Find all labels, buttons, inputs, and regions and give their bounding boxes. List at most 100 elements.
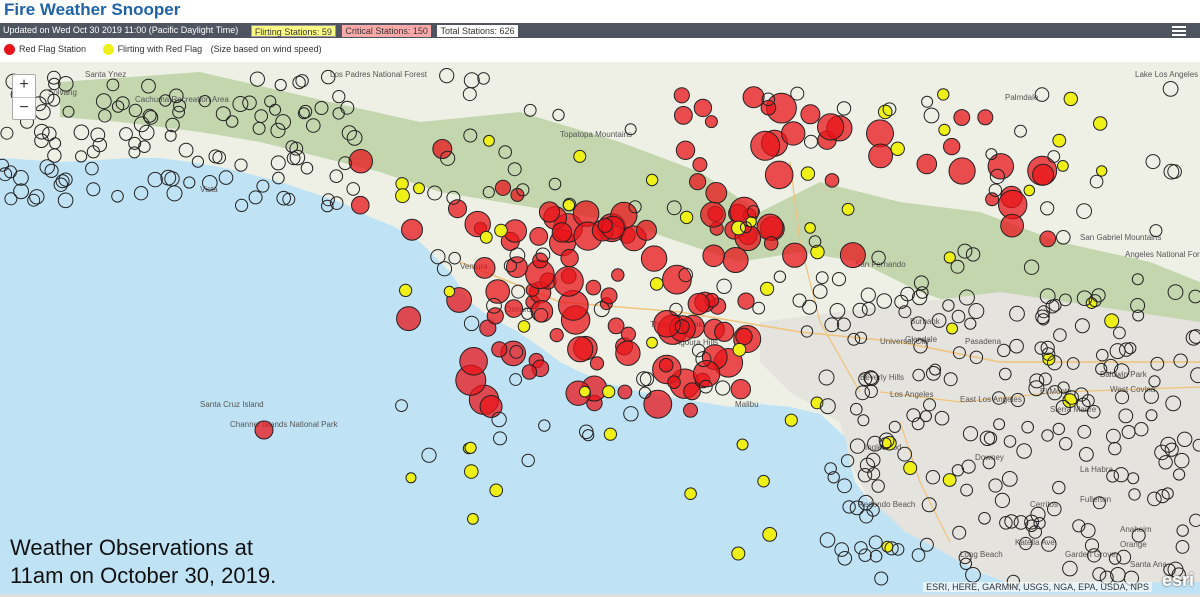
flirting-station-marker[interactable] [1052,133,1067,148]
red-flag-station-marker[interactable] [714,321,735,342]
red-flag-station-marker[interactable] [675,140,696,161]
flirting-station-marker[interactable] [395,177,409,191]
red-flag-station-marker[interactable] [948,157,976,185]
red-flag-station-marker[interactable] [585,279,602,296]
flirting-station-marker[interactable] [784,413,798,427]
red-flag-station-marker[interactable] [348,149,373,174]
flirting-station-marker[interactable] [645,173,659,187]
red-flag-station-marker[interactable] [705,181,728,204]
red-flag-station-marker[interactable] [560,248,579,268]
flirting-station-marker[interactable] [903,461,918,475]
flirting-station-marker[interactable] [464,441,477,454]
red-flag-station-marker[interactable] [486,307,504,325]
red-flag-station-marker[interactable] [640,245,668,272]
red-flag-station-marker[interactable] [551,222,573,243]
red-flag-station-marker[interactable] [643,389,673,419]
flirting-station-marker[interactable] [757,474,770,488]
red-flag-station-marker[interactable] [782,242,808,268]
red-flag-station-marker[interactable] [916,153,938,175]
flirting-station-marker[interactable] [877,104,893,120]
flirting-station-marker[interactable] [942,473,957,487]
red-flag-station-marker[interactable] [683,402,698,418]
red-flag-station-marker[interactable] [800,104,821,125]
flirting-station-marker[interactable] [467,513,479,525]
flirting-station-marker[interactable] [1093,116,1108,131]
red-flag-station-marker[interactable] [687,292,710,316]
flirting-station-marker[interactable] [731,546,746,561]
flirting-station-marker[interactable] [1023,184,1036,197]
red-flag-station-marker[interactable] [589,356,605,371]
red-flag-station-marker[interactable] [700,201,726,228]
red-flag-station-marker[interactable] [824,173,840,188]
flirting-station-marker[interactable] [443,285,456,298]
red-flag-station-marker[interactable] [494,179,512,196]
red-flag-station-marker[interactable] [735,327,753,346]
red-flag-station-marker[interactable] [667,375,681,390]
red-flag-station-marker[interactable] [722,247,749,273]
red-flag-station-marker[interactable] [742,86,765,109]
flirting-station-marker[interactable] [946,322,959,335]
red-flag-station-marker[interactable] [553,266,584,297]
red-flag-station-marker[interactable] [866,119,894,148]
red-flag-station-marker[interactable] [692,360,721,388]
red-flag-station-marker[interactable] [1000,213,1024,238]
red-flag-station-marker[interactable] [479,395,503,418]
red-flag-station-marker[interactable] [529,227,549,246]
red-flag-station-marker[interactable] [396,306,422,332]
red-flag-station-marker[interactable] [473,257,496,279]
red-flag-station-marker[interactable] [692,157,708,173]
red-flag-station-marker[interactable] [510,187,525,202]
red-flag-station-marker[interactable] [401,218,423,241]
flirting-station-marker[interactable] [573,149,587,163]
red-flag-station-marker[interactable] [567,336,594,363]
red-flag-station-marker[interactable] [530,300,554,323]
red-flag-station-marker[interactable] [764,160,794,190]
red-flag-station-marker[interactable] [868,143,893,169]
red-flag-station-marker[interactable] [987,153,1014,180]
red-flag-station-marker[interactable] [689,173,707,191]
red-flag-station-marker[interactable] [351,195,370,215]
flirting-station-marker[interactable] [841,202,855,216]
flirting-station-marker[interactable] [736,438,749,451]
red-flag-station-marker[interactable] [459,347,488,376]
red-flag-station-marker[interactable] [636,219,657,241]
red-flag-station-marker[interactable] [504,299,524,318]
red-flag-station-marker[interactable] [532,252,549,269]
flirting-station-marker[interactable] [649,277,664,291]
flirting-station-marker[interactable] [731,220,746,236]
red-flag-station-marker[interactable] [620,326,637,342]
flirting-station-marker[interactable] [479,230,493,244]
red-flag-station-marker[interactable] [673,87,690,104]
red-flag-station-marker[interactable] [491,341,508,358]
red-flag-station-marker[interactable] [1032,163,1055,186]
flirting-station-marker[interactable] [395,188,410,204]
red-flag-station-marker[interactable] [943,137,961,156]
flirting-station-marker[interactable] [464,464,479,479]
flirting-station-marker[interactable] [602,385,616,399]
red-flag-station-marker[interactable] [781,121,806,146]
red-flag-station-marker[interactable] [611,268,625,282]
red-flag-station-marker[interactable] [702,244,726,268]
red-flag-station-marker[interactable] [674,106,693,125]
red-flag-station-marker[interactable] [839,242,866,269]
flirting-station-marker[interactable] [483,134,495,147]
red-flag-station-marker[interactable] [730,379,751,400]
red-flag-station-marker[interactable] [750,130,781,161]
red-flag-station-marker[interactable] [597,217,613,233]
flirting-station-marker[interactable] [732,342,747,357]
red-flag-station-marker[interactable] [953,109,971,126]
red-flag-station-marker[interactable] [704,115,718,129]
hamburger-icon[interactable] [1172,26,1186,36]
red-flag-station-marker[interactable] [658,357,674,373]
flirting-station-marker[interactable] [413,182,425,195]
red-flag-station-marker[interactable] [977,109,994,126]
red-flag-station-marker[interactable] [817,113,845,141]
flirting-station-marker[interactable] [938,123,951,137]
flirting-station-marker[interactable] [494,223,508,238]
flirting-station-marker[interactable] [399,283,413,297]
zoom-in-button[interactable]: + [13,75,35,97]
flirting-station-marker[interactable] [762,527,778,542]
flirting-station-marker[interactable] [1063,91,1079,107]
flirting-station-marker[interactable] [1104,313,1120,329]
flirting-station-marker[interactable] [679,210,694,225]
